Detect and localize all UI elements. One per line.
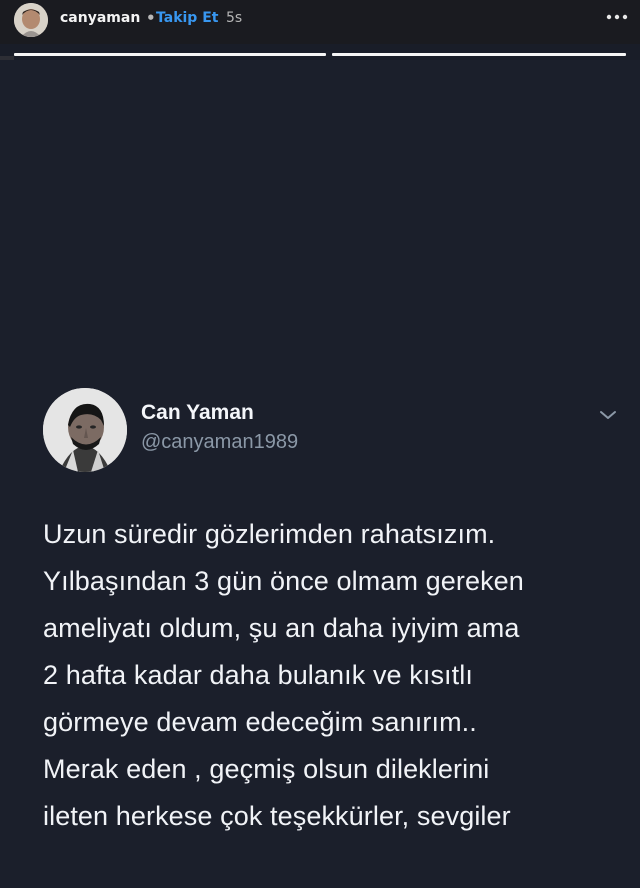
tweet-line: Merak eden , geçmiş olsun dileklerini xyxy=(43,754,490,784)
tweet-body: Uzun süredir gözlerimden rahatsızım. Yıl… xyxy=(43,511,633,840)
tweet-avatar[interactable] xyxy=(43,388,127,472)
more-dots-icon[interactable] xyxy=(606,12,628,22)
tweet-handle[interactable]: @canyaman1989 xyxy=(141,431,298,454)
tweet-line: Uzun süredir gözlerimden rahatsızım. xyxy=(43,519,496,549)
story-username[interactable]: canyaman xyxy=(60,10,140,26)
tweet-line: ameliyatı oldum, şu an daha iyiyim ama xyxy=(43,613,520,643)
profile-photo-icon xyxy=(43,388,127,472)
profile-avatar[interactable] xyxy=(14,3,48,37)
tweet-line: ileten herkese çok teşekkürler, sevgiler xyxy=(43,801,511,831)
header-separator: • xyxy=(146,9,156,27)
profile-photo-icon xyxy=(14,3,48,37)
chevron-down-icon[interactable] xyxy=(598,408,618,422)
follow-button[interactable]: Takip Et xyxy=(156,10,218,26)
story-time: 5s xyxy=(226,10,243,26)
instagram-story-viewer: canyaman • Takip Et 5s Can Yaman @canyam… xyxy=(0,0,640,888)
tweet-line: Yılbaşından 3 gün önce olmam gereken xyxy=(43,566,524,596)
tweet-line: görmeye devam edeceğim sanırım.. xyxy=(43,707,477,737)
story-progress-bar-1 xyxy=(14,53,326,56)
story-header: canyaman • Takip Et 5s xyxy=(0,0,640,44)
tweet-display-name[interactable]: Can Yaman xyxy=(141,401,254,425)
story-progress-bar-2 xyxy=(332,53,626,56)
tweet-line: 2 hafta kadar daha bulanık ve kısıtlı xyxy=(43,660,473,690)
